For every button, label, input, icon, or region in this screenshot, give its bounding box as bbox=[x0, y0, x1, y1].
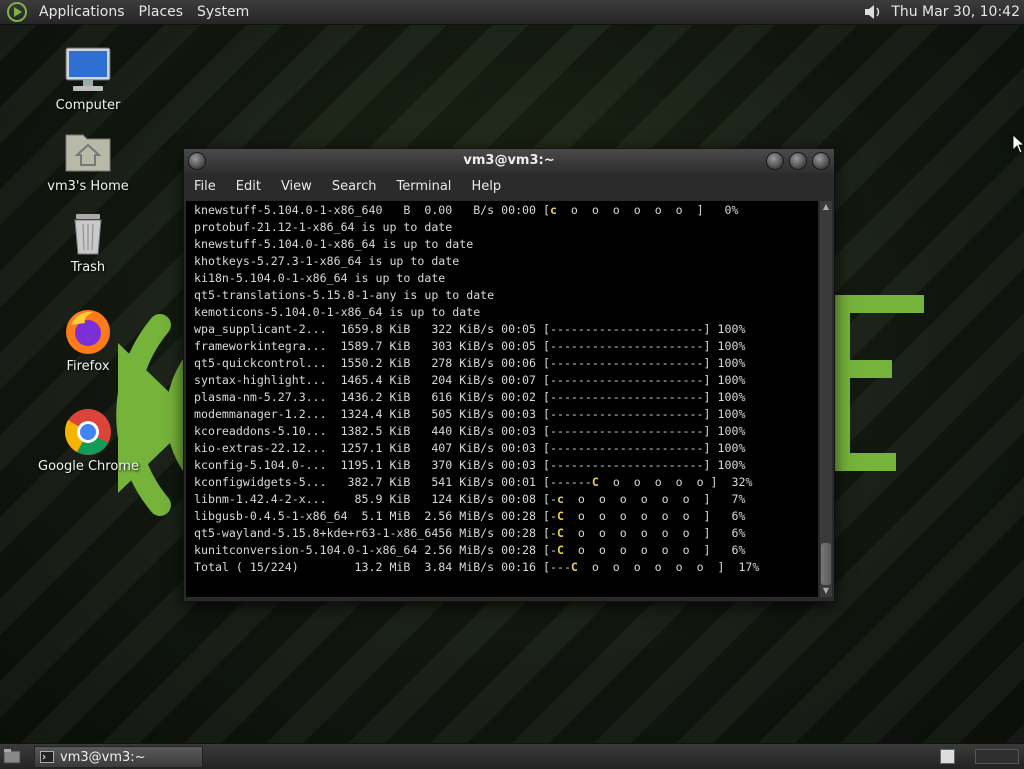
computer-icon bbox=[65, 47, 111, 91]
desktop-icon-label: Google Chrome bbox=[38, 459, 139, 474]
window-menu-button[interactable] bbox=[188, 152, 206, 170]
desktop-icon-home[interactable]: vm3's Home bbox=[38, 127, 138, 194]
desktop-icon-label: Computer bbox=[55, 98, 121, 113]
scroll-up-arrow-icon[interactable]: ▲ bbox=[820, 201, 832, 213]
terminal-titlebar[interactable]: vm3@vm3:~ bbox=[184, 149, 834, 173]
terminal-text: knewstuff-5.104.0-1-x86_640 B 0.00 B/s 0… bbox=[194, 203, 760, 574]
desktop-icon-label: Trash bbox=[70, 260, 106, 275]
volume-icon[interactable] bbox=[863, 3, 883, 21]
system-menu[interactable]: System bbox=[190, 4, 256, 20]
terminal-icon bbox=[40, 751, 54, 763]
minimize-button[interactable] bbox=[766, 152, 784, 170]
taskbar-terminal-button[interactable]: vm3@vm3:~ bbox=[34, 746, 203, 768]
scroll-down-arrow-icon[interactable]: ▼ bbox=[820, 585, 832, 597]
places-menu[interactable]: Places bbox=[132, 4, 191, 20]
panel-clock[interactable]: Thu Mar 30, 10:42 bbox=[891, 4, 1024, 20]
workspace-switcher-2[interactable] bbox=[975, 749, 1019, 764]
show-desktop-icon[interactable] bbox=[3, 748, 21, 764]
terminal-window[interactable]: vm3@vm3:~ File Edit View Search Terminal… bbox=[183, 148, 835, 602]
bottom-panel: vm3@vm3:~ bbox=[0, 743, 1024, 769]
home-folder-icon bbox=[65, 134, 111, 172]
desktop-icon-firefox[interactable]: Firefox bbox=[38, 307, 138, 374]
menu-search[interactable]: Search bbox=[322, 179, 387, 194]
applications-menu[interactable]: Applications bbox=[32, 4, 132, 20]
terminal-menubar: File Edit View Search Terminal Help bbox=[184, 173, 834, 199]
desktop-icon-label: Firefox bbox=[66, 359, 110, 374]
window-title: vm3@vm3:~ bbox=[463, 153, 555, 168]
menu-terminal[interactable]: Terminal bbox=[386, 179, 461, 194]
desktop-icon-computer[interactable]: Computer bbox=[38, 46, 138, 113]
terminal-scrollbar[interactable]: ▲ ▼ bbox=[820, 201, 832, 597]
menu-view[interactable]: View bbox=[271, 179, 322, 194]
firefox-icon bbox=[66, 310, 110, 354]
menu-edit[interactable]: Edit bbox=[226, 179, 271, 194]
desktop-icon-trash[interactable]: Trash bbox=[38, 208, 138, 275]
top-panel: Applications Places System Thu Mar 30, 1… bbox=[0, 0, 1024, 25]
close-button[interactable] bbox=[812, 152, 830, 170]
trash-icon bbox=[74, 214, 102, 255]
maximize-button[interactable] bbox=[789, 152, 807, 170]
menu-file[interactable]: File bbox=[184, 179, 226, 194]
taskbar-button-label: vm3@vm3:~ bbox=[60, 749, 146, 765]
desktop-icon-label: vm3's Home bbox=[47, 179, 129, 194]
mouse-cursor-icon bbox=[1012, 134, 1024, 154]
menu-help[interactable]: Help bbox=[461, 179, 511, 194]
desktop-icon-chrome[interactable]: Google Chrome bbox=[38, 407, 139, 474]
workspace-switcher-1[interactable] bbox=[940, 749, 955, 764]
distro-logo-icon[interactable] bbox=[6, 1, 28, 23]
terminal-output[interactable]: knewstuff-5.104.0-1-x86_640 B 0.00 B/s 0… bbox=[186, 201, 818, 597]
chrome-icon bbox=[65, 409, 111, 455]
scroll-thumb[interactable] bbox=[821, 543, 831, 585]
